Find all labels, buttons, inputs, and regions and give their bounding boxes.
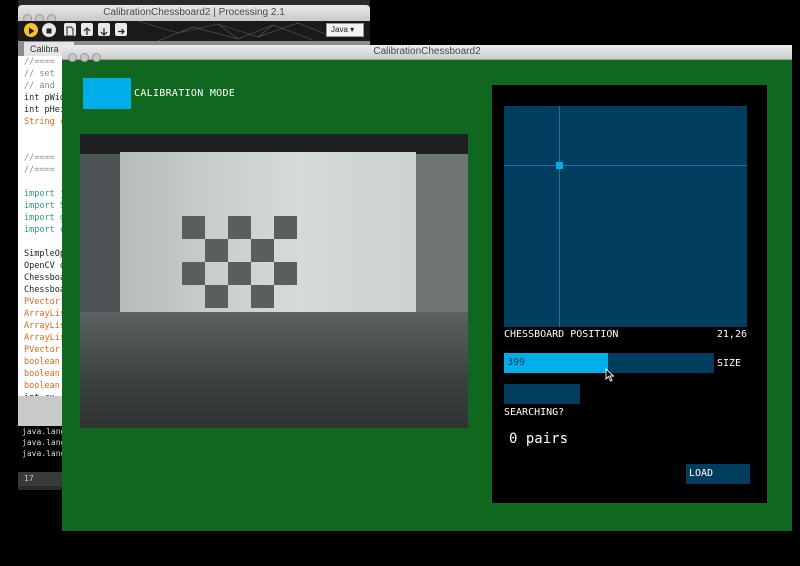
pairs-count: 0 pairs xyxy=(509,431,569,447)
code-line: PVector[ xyxy=(24,297,65,307)
size-value: 399 xyxy=(507,357,526,368)
position-label: CHESSBOARD POSITION xyxy=(504,329,619,340)
save-button[interactable] xyxy=(98,23,110,36)
position-handle[interactable] xyxy=(556,162,563,169)
run-button[interactable] xyxy=(24,23,38,37)
line-number: 17 xyxy=(18,472,63,486)
control-panel: CHESSBOARD POSITION 21,26 399 SIZE SEARC… xyxy=(492,85,767,503)
code-line: //==== xyxy=(24,165,55,175)
code-editor[interactable]: //==== // set // and int pWid int pHei String… xyxy=(18,56,71,403)
ide-titlebar[interactable]: CalibrationChessboard2 | Processing 2.1 xyxy=(18,5,370,23)
code-line: PVector xyxy=(24,345,60,355)
ide-title: CalibrationChessboard2 | Processing 2.1 xyxy=(103,7,285,18)
searching-label: SEARCHING? xyxy=(504,407,565,418)
code-line: ArrayLis xyxy=(24,309,65,319)
code-line: //==== xyxy=(24,57,55,67)
console-line: java.lang xyxy=(22,427,66,436)
ide-toolbar: Java ▾ xyxy=(18,21,370,41)
chessboard-position-pad[interactable] xyxy=(504,106,747,327)
code-line: import S xyxy=(24,201,65,211)
code-line: //==== xyxy=(24,153,55,163)
mode-toggle[interactable] xyxy=(83,78,131,109)
camera-feed xyxy=(80,134,468,428)
stop-button[interactable] xyxy=(42,23,56,37)
searching-toggle[interactable] xyxy=(504,384,580,404)
console-line: java.lang xyxy=(22,438,66,447)
code-line: // and xyxy=(24,81,55,91)
code-line: import g xyxy=(24,213,65,223)
code-line: Chessboa xyxy=(24,285,65,295)
code-line: boolean xyxy=(24,357,60,367)
code-line: import c xyxy=(24,225,65,235)
sketch-window: CalibrationChessboard2 CALIBRATION MODE xyxy=(62,45,792,531)
sketch-titlebar[interactable]: CalibrationChessboard2 xyxy=(62,45,792,62)
code-line: int pWid xyxy=(24,93,65,103)
mouse-pointer-icon xyxy=(605,368,615,382)
code-line: boolean xyxy=(24,369,60,379)
ide-status-bar xyxy=(18,396,63,426)
chevron-down-icon: ▾ xyxy=(350,25,355,34)
code-line: OpenCV o xyxy=(24,261,65,271)
code-line: boolean xyxy=(24,381,60,391)
mode-label: CALIBRATION MODE xyxy=(134,88,236,99)
code-line: int pHei xyxy=(24,105,65,115)
code-line: Chessboa xyxy=(24,273,65,283)
console-line: java.lang xyxy=(22,449,66,458)
load-button[interactable]: LOAD xyxy=(686,464,750,484)
code-line: String c xyxy=(24,117,65,127)
position-value: 21,26 xyxy=(716,329,747,340)
export-button[interactable] xyxy=(115,23,127,36)
mode-selector[interactable]: Java ▾ xyxy=(326,23,364,37)
new-file-button[interactable] xyxy=(64,23,76,37)
code-line: ArrayLis xyxy=(24,321,65,331)
code-line: import ja xyxy=(24,189,71,199)
crosshair-vertical xyxy=(559,106,560,327)
chessboard-image xyxy=(182,216,297,308)
code-line: ArrayLis xyxy=(24,333,65,343)
size-label: SIZE xyxy=(717,358,742,369)
ide-console: java.lang java.lang java.lang xyxy=(18,426,66,472)
sketch-title: CalibrationChessboard2 xyxy=(373,46,481,57)
open-button[interactable] xyxy=(81,23,93,36)
code-line: // set xyxy=(24,69,55,79)
crosshair-horizontal xyxy=(504,165,747,166)
code-line: SimpleOp xyxy=(24,249,65,259)
